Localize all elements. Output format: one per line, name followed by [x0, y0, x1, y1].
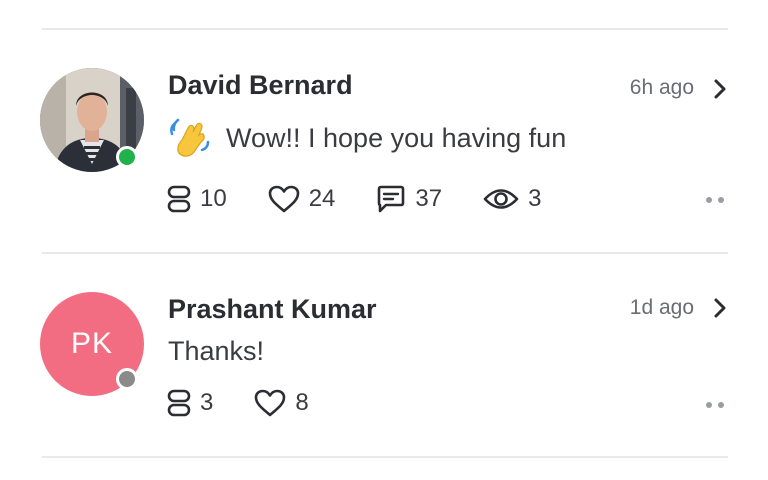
chevron-right-icon[interactable]: [712, 296, 728, 320]
comment-author[interactable]: Prashant Kumar: [168, 294, 377, 325]
comment-bubble-icon: [378, 185, 405, 213]
comment-text: Wow!! I hope you having fun: [226, 122, 567, 153]
eye-icon: [483, 189, 519, 209]
likes-stat[interactable]: 8: [253, 388, 309, 418]
comment-time: 6h ago: [629, 76, 694, 99]
comments-stat[interactable]: 37: [375, 184, 442, 214]
likes-stat[interactable]: 24: [267, 184, 336, 214]
offline-status-dot: [116, 368, 138, 390]
comment-time: 1d ago: [629, 296, 694, 319]
chevron-right-icon[interactable]: [712, 77, 728, 101]
comment-stats: 3 8: [166, 388, 349, 418]
likes-count: 8: [295, 389, 309, 416]
threads-icon: [167, 389, 191, 417]
comment-message: Thanks!: [168, 336, 264, 367]
views-count: 3: [528, 185, 542, 212]
waving-hand-icon: [168, 118, 212, 158]
more-options-icon[interactable]: [706, 402, 724, 408]
comment-message: Wow!! I hope you having fun: [168, 118, 566, 158]
threads-stat[interactable]: 3: [166, 388, 213, 418]
comment-item[interactable]: PK Prashant Kumar 1d ago Thanks! 3 8: [0, 288, 768, 438]
comments-count: 37: [415, 185, 443, 212]
more-options-icon[interactable]: [706, 197, 724, 203]
threads-count: 3: [200, 389, 214, 416]
top-divider: [42, 28, 728, 30]
online-status-dot: [116, 146, 138, 168]
comment-text: Thanks!: [168, 336, 265, 366]
likes-count: 24: [308, 185, 336, 212]
bottom-divider: [42, 456, 728, 458]
comment-author[interactable]: David Bernard: [168, 70, 353, 101]
comment-stats: 10 24 37 3: [166, 184, 581, 214]
threads-icon: [167, 185, 191, 213]
comment-item[interactable]: David Bernard 6h ago Wow!! I hope you ha…: [0, 60, 768, 250]
divider: [42, 252, 728, 254]
heart-icon: [255, 389, 286, 417]
threads-stat[interactable]: 10: [166, 184, 227, 214]
heart-icon: [268, 185, 300, 213]
views-stat[interactable]: 3: [482, 184, 541, 214]
threads-count: 10: [200, 185, 227, 212]
